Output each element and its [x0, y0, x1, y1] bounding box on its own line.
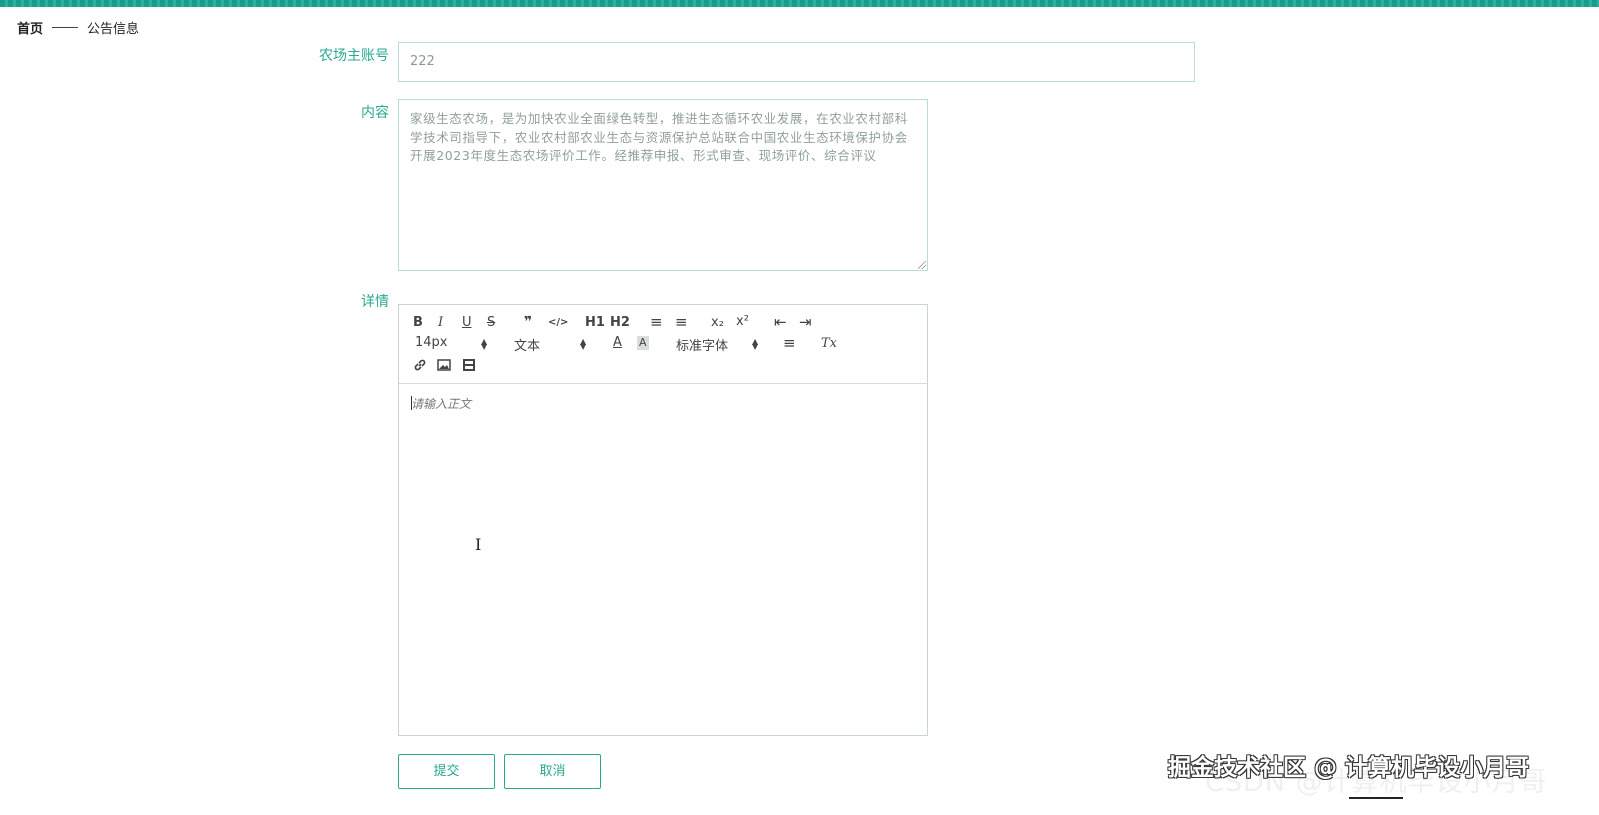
editor-content-area[interactable]: 请输入正文 [399, 384, 927, 734]
italic-icon[interactable]: I [438, 316, 443, 330]
bold-icon[interactable]: B [413, 316, 423, 330]
text-caret [411, 396, 412, 410]
font-family-select[interactable]: 标准字体 ▲ ▼ [676, 335, 760, 355]
header-select[interactable]: 文本 ▲ ▼ [514, 335, 588, 355]
header-1-icon[interactable]: H1 [585, 316, 605, 330]
font-family-value: 标准字体 [676, 339, 729, 354]
clear-format-icon[interactable]: Tx [821, 337, 837, 351]
background-color-icon[interactable]: A [637, 336, 649, 350]
underline-icon[interactable]: U [462, 316, 472, 330]
watermark-juejin: 掘金技术社区 @ 计算机毕设小月哥 [1168, 755, 1530, 781]
ordered-list-icon[interactable]: ≡ [650, 315, 663, 330]
account-label: 农场主账号 [319, 48, 389, 64]
video-icon[interactable] [462, 358, 476, 376]
bullet-list-icon[interactable]: ≡ [675, 315, 688, 330]
cancel-button[interactable]: 取消 [504, 754, 601, 789]
submit-button[interactable]: 提交 [398, 754, 495, 789]
strikethrough-icon[interactable]: S [487, 316, 495, 330]
top-accent-bar [0, 0, 1599, 7]
breadcrumb-current: 公告信息 [87, 22, 140, 37]
resize-handle-icon[interactable] [918, 261, 926, 269]
link-icon[interactable] [413, 358, 427, 376]
rich-text-editor: B I U S ❞ </> H1 H2 ≡ ≡ x₂ x² ⇤ ⇥ 14px ▲… [398, 304, 928, 736]
account-field[interactable]: 222 [398, 42, 1195, 82]
subscript-icon[interactable]: x₂ [711, 316, 724, 330]
header-value: 文本 [514, 339, 541, 354]
breadcrumb-separator [52, 27, 79, 28]
content-textarea[interactable]: 家级生态农场，是为加快农业全面绿色转型，推进生态循环农业发展，在农业农村部科学技… [398, 99, 928, 271]
align-icon[interactable]: ≡ [783, 336, 796, 351]
indent-icon[interactable]: ⇥ [799, 315, 812, 330]
font-color-icon[interactable]: A [613, 336, 622, 350]
chevron-updown-icon: ▲ ▼ [580, 337, 587, 351]
outdent-icon[interactable]: ⇤ [774, 315, 787, 330]
content-text: 家级生态农场，是为加快农业全面绿色转型，推进生态循环农业发展，在农业农村部科学技… [410, 111, 908, 163]
header-2-icon[interactable]: H2 [610, 316, 630, 330]
text-cursor-icon: I [475, 535, 482, 554]
chevron-updown-icon: ▲ ▼ [481, 337, 488, 351]
breadcrumb: 首页 公告信息 [17, 18, 139, 37]
font-size-select[interactable]: 14px ▲ ▼ [415, 335, 489, 351]
editor-placeholder: 请输入正文 [411, 397, 472, 411]
editor-toolbar: B I U S ❞ </> H1 H2 ≡ ≡ x₂ x² ⇤ ⇥ 14px ▲… [399, 305, 927, 384]
superscript-icon[interactable]: x² [736, 315, 749, 329]
image-icon[interactable] [437, 358, 451, 376]
content-label: 内容 [361, 105, 389, 121]
font-size-value: 14px [415, 335, 448, 350]
detail-label: 详情 [361, 294, 389, 310]
breadcrumb-home[interactable]: 首页 [17, 18, 43, 37]
code-block-icon[interactable]: </> [548, 316, 568, 330]
bottom-line-fragment [1349, 797, 1403, 799]
blockquote-icon[interactable]: ❞ [524, 315, 532, 329]
chevron-updown-icon: ▲ ▼ [752, 337, 759, 351]
